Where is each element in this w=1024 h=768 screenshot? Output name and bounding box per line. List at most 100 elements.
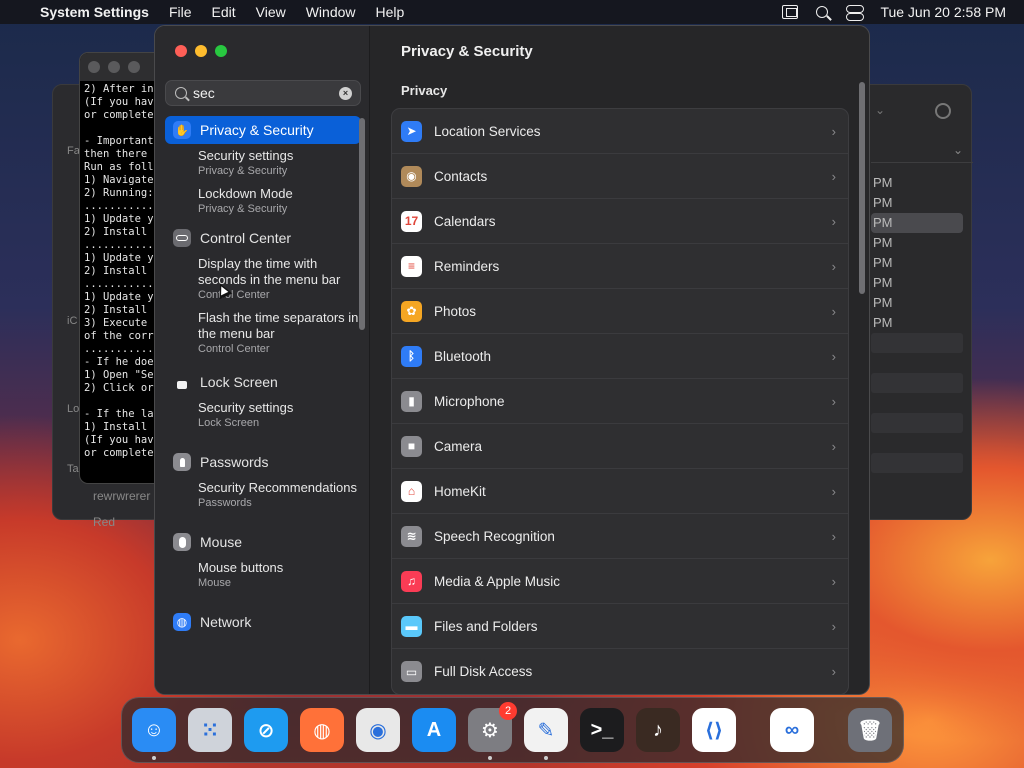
result-title: Lockdown Mode bbox=[198, 186, 293, 201]
empty-row bbox=[871, 373, 963, 393]
privacy-row-calendars[interactable]: 17 Calendars › bbox=[392, 199, 848, 244]
privacy-row-microphone[interactable]: ▮ Microphone › bbox=[392, 379, 848, 424]
control-center-menu-icon[interactable] bbox=[846, 5, 865, 21]
sidebar-item-network[interactable]: Network bbox=[165, 608, 361, 636]
empty-row bbox=[871, 333, 963, 353]
disk-icon: ▭ bbox=[401, 661, 422, 682]
chevron-right-icon: › bbox=[831, 528, 836, 544]
menu-file[interactable]: File bbox=[169, 4, 192, 20]
trash-icon[interactable]: 🗑 bbox=[848, 708, 892, 752]
bluetooth-icon: ᛒ bbox=[401, 345, 422, 367]
dock-glyph: ☺ bbox=[143, 718, 165, 741]
search-result-mouse-buttons[interactable]: Mouse buttons Mouse bbox=[165, 560, 361, 590]
search-result-security-settings[interactable]: Security settings Privacy & Security bbox=[165, 148, 361, 178]
footer-line: rewrwrerer bbox=[93, 489, 151, 503]
system-settings-icon[interactable]: ⚙ 2 bbox=[468, 702, 517, 760]
close-button[interactable] bbox=[175, 45, 187, 57]
location-arrow-icon: ➤ bbox=[401, 120, 422, 142]
search-field[interactable]: × bbox=[165, 80, 361, 106]
privacy-row-label: Speech Recognition bbox=[434, 528, 555, 544]
app-store-icon[interactable]: A bbox=[412, 708, 456, 752]
camera-icon: ■ bbox=[401, 435, 422, 457]
terminal-icon[interactable]: >_ bbox=[580, 708, 624, 752]
menu-window[interactable]: Window bbox=[306, 4, 356, 20]
search-result-flash-time-separators[interactable]: Flash the time separators in the menu ba… bbox=[165, 310, 361, 356]
section-title-privacy: Privacy bbox=[401, 83, 448, 98]
menu-edit[interactable]: Edit bbox=[212, 4, 236, 20]
chevron-right-icon: › bbox=[831, 438, 836, 454]
close-button[interactable] bbox=[88, 61, 100, 73]
sidebar-scrollbar[interactable] bbox=[359, 118, 365, 330]
dock-glyph: ∞ bbox=[784, 718, 800, 741]
result-title: Flash the time separators in the menu ba… bbox=[198, 310, 359, 341]
chevron-right-icon: › bbox=[831, 123, 836, 139]
clear-search-icon[interactable]: × bbox=[339, 86, 352, 100]
time-list: PM PM PM PM PM PM PM PM bbox=[871, 173, 963, 493]
time-row: PM bbox=[873, 275, 893, 290]
sidebar-item-passwords[interactable]: Passwords bbox=[165, 448, 361, 476]
dock-glyph: ◉ bbox=[369, 719, 387, 742]
chevron-right-icon: › bbox=[831, 213, 836, 229]
empty-row bbox=[871, 393, 963, 413]
result-caption: Privacy & Security bbox=[198, 203, 288, 215]
menu-view[interactable]: View bbox=[256, 4, 286, 20]
launchpad-icon[interactable]: ⁙ bbox=[188, 708, 232, 752]
minimize-button[interactable] bbox=[195, 45, 207, 57]
search-results-list: Privacy & Security Security settings Pri… bbox=[165, 116, 361, 636]
spotlight-search-icon[interactable] bbox=[816, 6, 829, 18]
footer-line: Red bbox=[93, 515, 116, 529]
privacy-list: ➤ Location Services › ◉ Contacts › 17 Calendars… bbox=[391, 108, 849, 694]
sidebar-item-label: Lock Screen bbox=[200, 374, 278, 390]
sidebar-item-label: Network bbox=[200, 614, 252, 630]
search-result-lockdown-mode[interactable]: Lockdown Mode Privacy & Security bbox=[165, 186, 361, 216]
search-result-lock-screen-security[interactable]: Security settings Lock Screen bbox=[165, 400, 361, 430]
menu-clock[interactable]: Tue Jun 20 2:58 PM bbox=[880, 4, 1006, 20]
content-scrollbar[interactable] bbox=[859, 82, 865, 294]
search-result-display-time-seconds[interactable]: Display the time with seconds in the men… bbox=[165, 256, 361, 302]
visual-studio-icon[interactable]: ∞ bbox=[770, 708, 814, 752]
menu-app-name[interactable]: System Settings bbox=[40, 4, 149, 20]
dropdown-chevron-icon: ⌄ bbox=[952, 143, 963, 157]
side-label: Ta bbox=[67, 463, 79, 475]
privacy-row-files-and-folders[interactable]: ▬ Files and Folders › bbox=[392, 604, 848, 649]
result-caption: Control Center bbox=[198, 343, 270, 355]
microphone-icon: ▮ bbox=[401, 390, 422, 412]
privacy-row-photos[interactable]: ✿ Photos › bbox=[392, 289, 848, 334]
privacy-row-label: Contacts bbox=[434, 168, 488, 184]
privacy-row-label: Media & Apple Music bbox=[434, 573, 561, 589]
zoom-button[interactable] bbox=[215, 45, 227, 57]
sidebar-item-mouse[interactable]: Mouse bbox=[165, 528, 361, 556]
vscode-icon[interactable]: ⟨⟩ bbox=[692, 708, 736, 752]
chrome-icon[interactable]: ◉ bbox=[356, 708, 400, 752]
safari-icon[interactable]: ⊘ bbox=[244, 708, 288, 752]
search-input[interactable] bbox=[193, 85, 333, 101]
result-caption: Lock Screen bbox=[198, 417, 260, 429]
dock-glyph: 🗑 bbox=[857, 719, 883, 742]
minimize-button[interactable] bbox=[108, 61, 120, 73]
menu-help[interactable]: Help bbox=[376, 4, 405, 20]
sidebar-item-label: Privacy & Security bbox=[200, 122, 314, 138]
sidebar-item-privacy-security[interactable]: Privacy & Security bbox=[165, 116, 361, 144]
sidebar-item-lock-screen[interactable]: Lock Screen bbox=[165, 368, 361, 396]
privacy-row-speech-recognition[interactable]: ≋ Speech Recognition › bbox=[392, 514, 848, 559]
privacy-row-reminders[interactable]: ≡ Reminders › bbox=[392, 244, 848, 289]
result-caption: Privacy & Security bbox=[198, 165, 288, 177]
privacy-row-homekit[interactable]: ⌂ HomeKit › bbox=[392, 469, 848, 514]
textedit-icon[interactable]: ✎ bbox=[524, 708, 568, 760]
privacy-row-location-services[interactable]: ➤ Location Services › bbox=[392, 109, 848, 154]
privacy-row-full-disk-access[interactable]: ▭ Full Disk Access › bbox=[392, 649, 848, 694]
zoom-button[interactable] bbox=[128, 61, 140, 73]
privacy-row-media-apple-music[interactable]: ♫ Media & Apple Music › bbox=[392, 559, 848, 604]
content-pane: Privacy & Security Privacy ➤ Location Ser… bbox=[371, 26, 869, 694]
finder-icon[interactable]: ☺ bbox=[132, 708, 176, 760]
garageband-icon[interactable]: ♪ bbox=[636, 708, 680, 752]
privacy-row-bluetooth[interactable]: ᛒ Bluetooth › bbox=[392, 334, 848, 379]
privacy-row-contacts[interactable]: ◉ Contacts › bbox=[392, 154, 848, 199]
sidebar-item-control-center[interactable]: Control Center bbox=[165, 224, 361, 252]
dock-glyph: A bbox=[426, 718, 442, 741]
dock-glyph: ⊘ bbox=[257, 719, 275, 742]
privacy-row-camera[interactable]: ■ Camera › bbox=[392, 424, 848, 469]
screen-mirroring-icon[interactable] bbox=[782, 5, 799, 19]
firefox-icon[interactable]: ◍ bbox=[300, 708, 344, 752]
search-result-security-recommendations[interactable]: Security Recommendations Passwords bbox=[165, 480, 361, 510]
